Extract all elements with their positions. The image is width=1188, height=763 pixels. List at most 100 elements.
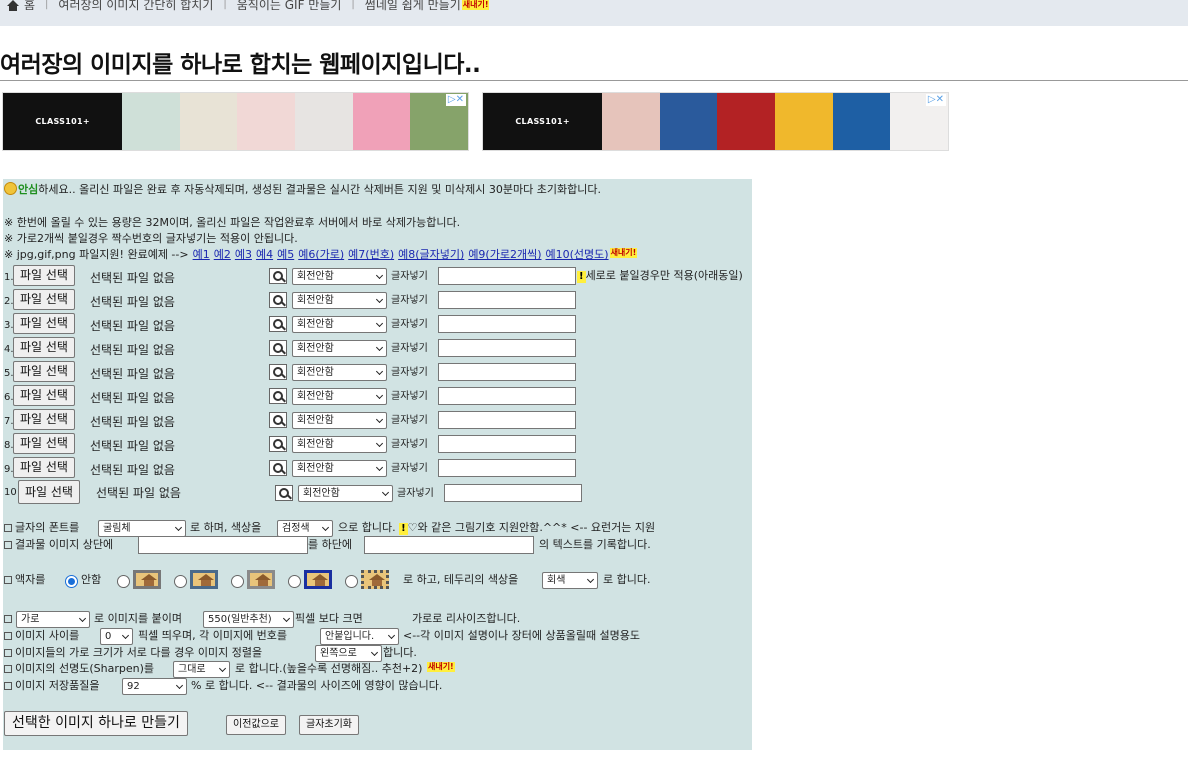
example-link[interactable]: 예7(번호): [348, 248, 394, 261]
frame-option-line: 액자를: [4, 573, 45, 587]
text-input-label: 글자넣기: [391, 295, 428, 306]
frame-border-color-select[interactable]: 회색: [542, 572, 598, 589]
rotate-select[interactable]: 회전안함: [292, 340, 387, 357]
file-select-button[interactable]: 파일 선택: [13, 433, 75, 454]
preview-magnifier-icon[interactable]: [269, 268, 287, 284]
gap-text: 픽셀 띄우며, 각 이미지에 번호를: [138, 629, 288, 642]
no-file-label: 선택된 파일 없음: [90, 415, 175, 429]
caption-input[interactable]: [438, 315, 576, 333]
merge-images-button[interactable]: 선택한 이미지 하나로 만들기: [4, 711, 188, 736]
rotate-select[interactable]: 회전안함: [292, 460, 387, 477]
sharpen-select[interactable]: 그대로: [173, 661, 230, 678]
frame-radio[interactable]: [231, 575, 244, 588]
direction-select[interactable]: 가로: [16, 611, 90, 628]
rotate-select[interactable]: 회전안함: [292, 292, 387, 309]
example-link[interactable]: 예3: [235, 248, 252, 261]
ad-tile: [659, 93, 718, 150]
quality-select[interactable]: 92: [122, 678, 187, 695]
preview-magnifier-icon[interactable]: [275, 485, 293, 501]
example-link[interactable]: 예1: [193, 248, 210, 261]
file-select-button[interactable]: 파일 선택: [13, 337, 75, 358]
bullet-icon: [4, 612, 15, 626]
number-select[interactable]: 안붙입니다.: [320, 628, 399, 645]
example-link[interactable]: 예6(가로): [298, 248, 344, 261]
preview-magnifier-icon[interactable]: [269, 316, 287, 332]
text-input-label: 글자넣기: [391, 343, 428, 354]
ad-banner-left[interactable]: CLASS101+ ▷✕: [2, 92, 469, 151]
text-input-label: 글자넣기: [391, 415, 428, 426]
rotate-select[interactable]: 회전안함: [292, 316, 387, 333]
rotate-select[interactable]: 회전안함: [298, 485, 393, 502]
nav-link-gif[interactable]: 움직이는 GIF 만들기: [237, 0, 342, 13]
gap-select[interactable]: 0: [100, 628, 133, 645]
row1-note: ! 세로로 붙일경우만 적용(아래동일): [577, 269, 743, 283]
nav-link-merge[interactable]: 여러장의 이미지 간단히 합치기: [58, 0, 213, 13]
frame-radio[interactable]: [174, 575, 187, 588]
text-input-label: 글자넣기: [391, 271, 428, 282]
rotate-select[interactable]: 회전안함: [292, 412, 387, 429]
preview-magnifier-icon[interactable]: [269, 340, 287, 356]
example-link[interactable]: 예9(가로2개씩): [468, 248, 541, 261]
preview-magnifier-icon[interactable]: [269, 412, 287, 428]
caption-input[interactable]: [438, 363, 576, 381]
previous-values-button[interactable]: 이전값으로: [226, 715, 286, 735]
nav-link-thumbnail[interactable]: 썸네일 쉽게 만들기: [365, 0, 461, 13]
ad-close-icon[interactable]: ▷✕: [925, 94, 946, 106]
ad-close-icon[interactable]: ▷✕: [445, 94, 466, 106]
font-select[interactable]: 굴림체: [98, 520, 186, 537]
file-select-button[interactable]: 파일 선택: [13, 289, 75, 310]
frame-none-radio[interactable]: [65, 575, 78, 588]
rotate-select[interactable]: 회전안함: [292, 268, 387, 285]
bullet-icon: [4, 649, 12, 657]
example-link[interactable]: 예5: [277, 248, 294, 261]
no-file-label: 선택된 파일 없음: [90, 463, 175, 477]
bullet-icon: [4, 541, 12, 549]
no-file-label: 선택된 파일 없음: [90, 439, 175, 453]
frame-option-text: 로 하고, 테두리의 색상을: [403, 573, 519, 586]
ad-logo: CLASS101+: [483, 93, 603, 150]
frame-radio[interactable]: [117, 575, 130, 588]
align-select[interactable]: 왼쪽으로: [315, 645, 382, 662]
file-select-button[interactable]: 파일 선택: [13, 457, 75, 478]
bottom-text-input[interactable]: [364, 536, 534, 554]
reset-text-button[interactable]: 글자초기화: [299, 715, 359, 735]
file-select-button[interactable]: 파일 선택: [13, 313, 75, 334]
ad-banner-right[interactable]: CLASS101+ ▷✕: [482, 92, 949, 151]
preview-magnifier-icon[interactable]: [269, 460, 287, 476]
caption-input[interactable]: [444, 484, 582, 502]
caption-input[interactable]: [438, 339, 576, 357]
rotate-select[interactable]: 회전안함: [292, 364, 387, 381]
rotate-select[interactable]: 회전안함: [292, 436, 387, 453]
top-text-input[interactable]: [138, 536, 308, 554]
preview-magnifier-icon[interactable]: [269, 364, 287, 380]
preview-magnifier-icon[interactable]: [269, 436, 287, 452]
font-color-select[interactable]: 검정색: [277, 520, 333, 537]
file-select-button[interactable]: 파일 선택: [13, 385, 75, 406]
width-select[interactable]: 550(일반추천): [203, 611, 294, 628]
gap-option-line: 이미지 사이를: [4, 629, 79, 643]
preview-magnifier-icon[interactable]: [269, 292, 287, 308]
rotate-select[interactable]: 회전안함: [292, 388, 387, 405]
text-input-label: 글자넣기: [391, 391, 428, 402]
file-select-button[interactable]: 파일 선택: [13, 265, 75, 286]
caption-input[interactable]: [438, 411, 576, 429]
frame-none-label: 안함: [81, 573, 102, 586]
frame-radio[interactable]: [288, 575, 301, 588]
file-select-button[interactable]: 파일 선택: [18, 480, 80, 504]
caption-input[interactable]: [438, 459, 576, 477]
new-badge: 새내기!: [426, 662, 455, 672]
caption-input[interactable]: [438, 291, 576, 309]
example-link[interactable]: 예10(선명도): [546, 248, 609, 261]
home-link[interactable]: 홈: [6, 0, 35, 13]
frame-radio[interactable]: [345, 575, 358, 588]
example-link[interactable]: 예4: [256, 248, 273, 261]
caption-input[interactable]: [438, 387, 576, 405]
preview-magnifier-icon[interactable]: [269, 388, 287, 404]
file-select-button[interactable]: 파일 선택: [13, 361, 75, 382]
example-link[interactable]: 예2: [214, 248, 231, 261]
sharpen-text: 로 합니다.(높을수록 선명해짐.. 추천+2) 새내기!: [235, 662, 455, 675]
caption-input[interactable]: [438, 435, 576, 453]
caption-input[interactable]: [438, 267, 576, 285]
file-select-button[interactable]: 파일 선택: [13, 409, 75, 430]
example-link[interactable]: 예8(글자넣기): [398, 248, 464, 261]
